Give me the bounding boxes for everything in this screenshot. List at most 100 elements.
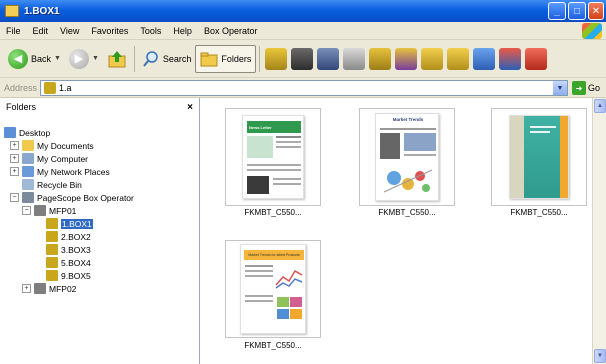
folders-pane-close-button[interactable]: × (187, 102, 193, 113)
box-icon (46, 257, 58, 268)
menu-box-operator[interactable]: Box Operator (198, 26, 264, 36)
file-thumbnail[interactable] (491, 108, 587, 206)
tree-item-my-computer[interactable]: + My Computer (10, 152, 88, 165)
tree-item-mfp01[interactable]: − MFP01 (22, 204, 76, 217)
go-label: Go (588, 83, 601, 93)
scan-icon[interactable] (291, 47, 314, 70)
scroll-down-button[interactable]: ▼ (594, 349, 606, 363)
expand-icon[interactable]: + (22, 284, 31, 293)
box-icon[interactable] (265, 47, 288, 70)
doc-image (404, 133, 436, 151)
toolbar: ◀ Back ▼ ▶ ▼ Search Folders (0, 40, 606, 78)
expand-icon[interactable]: + (10, 167, 19, 176)
tree-item-box3[interactable]: 3.BOX3 (46, 243, 91, 256)
menu-help[interactable]: Help (167, 26, 198, 36)
search-button[interactable]: Search (138, 45, 196, 73)
close-button[interactable]: ✕ (588, 2, 604, 20)
tree-item-label: Desktop (19, 127, 51, 138)
menu-favorites[interactable]: Favorites (85, 26, 134, 36)
address-label: Address (4, 82, 38, 93)
menu-bar: File Edit View Favorites Tools Help Box … (0, 22, 606, 40)
forward-button[interactable]: ▶ ▼ (65, 45, 103, 73)
document-preview (509, 115, 569, 199)
network-places-icon (22, 166, 34, 177)
doc-image (247, 136, 273, 158)
desktop-icon (4, 127, 16, 138)
menu-file[interactable]: File (0, 26, 27, 36)
tree-item-box4[interactable]: 5.BOX4 (46, 256, 91, 269)
back-arrow-icon: ◀ (8, 48, 28, 69)
folders-button[interactable]: Folders (195, 44, 257, 73)
box-icon (46, 231, 58, 242)
vertical-scrollbar[interactable]: ▲ ▼ (592, 98, 606, 364)
menu-edit[interactable]: Edit (27, 26, 55, 36)
search-label: Search (162, 53, 192, 64)
collapse-icon[interactable]: − (10, 193, 19, 202)
minimize-button[interactable]: _ (548, 2, 566, 20)
export-icon[interactable] (369, 47, 392, 70)
windows-logo-icon (582, 23, 602, 39)
tree-item-box1[interactable]: 1.BOX1 (46, 217, 93, 230)
menu-view[interactable]: View (54, 26, 85, 36)
tree-item-box5[interactable]: 9.BOX5 (46, 269, 91, 282)
tree-item-label: Recycle Bin (37, 179, 82, 190)
folder-icon (5, 5, 19, 17)
settings-icon[interactable] (343, 47, 366, 70)
my-computer-icon (22, 153, 34, 164)
file-thumbnail[interactable]: News Letter (225, 108, 321, 206)
file-thumbnail[interactable]: Market Trends (359, 108, 455, 206)
tree-item-mfp02[interactable]: + MFP02 (22, 282, 76, 295)
move-icon[interactable] (447, 47, 470, 70)
tree-item-label: My Computer (37, 153, 89, 164)
go-button[interactable]: ➜ Go (572, 81, 600, 95)
tree-item-recycle-bin[interactable]: Recycle Bin (22, 178, 82, 191)
delete-icon[interactable] (525, 47, 548, 70)
box-icon (44, 82, 56, 94)
address-input[interactable]: 1.a ▼ (40, 80, 568, 96)
folders-label: Folders (221, 53, 252, 64)
copy-icon[interactable] (421, 47, 444, 70)
address-dropdown-button[interactable]: ▼ (553, 81, 567, 95)
tree-item-label: MFP02 (49, 283, 77, 294)
refresh-icon[interactable] (473, 47, 496, 70)
folders-icon (200, 52, 218, 66)
doc-title: News Letter (247, 121, 301, 133)
tree-item-desktop[interactable]: Desktop (4, 126, 50, 139)
recycle-bin-icon (22, 179, 34, 190)
up-folder-button[interactable] (103, 45, 131, 73)
document-preview: News Letter (242, 115, 304, 199)
doc-image (380, 133, 400, 159)
file-thumbnail[interactable]: Market Trends for latest Products (225, 240, 321, 338)
collapse-icon[interactable]: − (22, 206, 31, 215)
box-operator-icon (22, 192, 34, 203)
forward-arrow-icon: ▶ (68, 48, 89, 69)
document-preview: Market Trends (375, 113, 439, 201)
expand-icon[interactable]: + (10, 141, 19, 150)
sync-icon[interactable] (499, 47, 522, 70)
toolbar-separator (259, 45, 261, 72)
tree-item-box-operator[interactable]: − PageScope Box Operator (10, 191, 134, 204)
import-icon[interactable] (395, 47, 418, 70)
search-icon (143, 50, 158, 67)
doc-image (524, 116, 560, 198)
mfp-icon (34, 205, 46, 216)
mfp-icon (34, 283, 46, 294)
menu-tools[interactable]: Tools (134, 26, 167, 36)
save-icon[interactable] (317, 47, 340, 70)
tree-item-my-network-places[interactable]: + My Network Places (10, 165, 110, 178)
tree-item-box2[interactable]: 2.BOX2 (46, 230, 91, 243)
window-title: 1.BOX1 (24, 5, 60, 17)
address-bar: Address 1.a ▼ ➜ Go (0, 78, 606, 98)
doc-chart (275, 269, 303, 289)
expand-icon[interactable]: + (10, 154, 19, 163)
doc-title: Market Trends (392, 117, 424, 122)
tree-item-label: 2.BOX2 (61, 231, 91, 242)
doc-chart (383, 169, 433, 193)
address-value: 1.a (59, 83, 72, 93)
doc-title: Market Trends for latest Products (244, 250, 304, 260)
tree-item-my-documents[interactable]: + My Documents (10, 139, 94, 152)
maximize-button[interactable]: □ (568, 2, 586, 20)
back-button[interactable]: ◀ Back ▼ (4, 45, 65, 73)
box-icon (46, 244, 58, 255)
scroll-up-button[interactable]: ▲ (594, 99, 606, 113)
